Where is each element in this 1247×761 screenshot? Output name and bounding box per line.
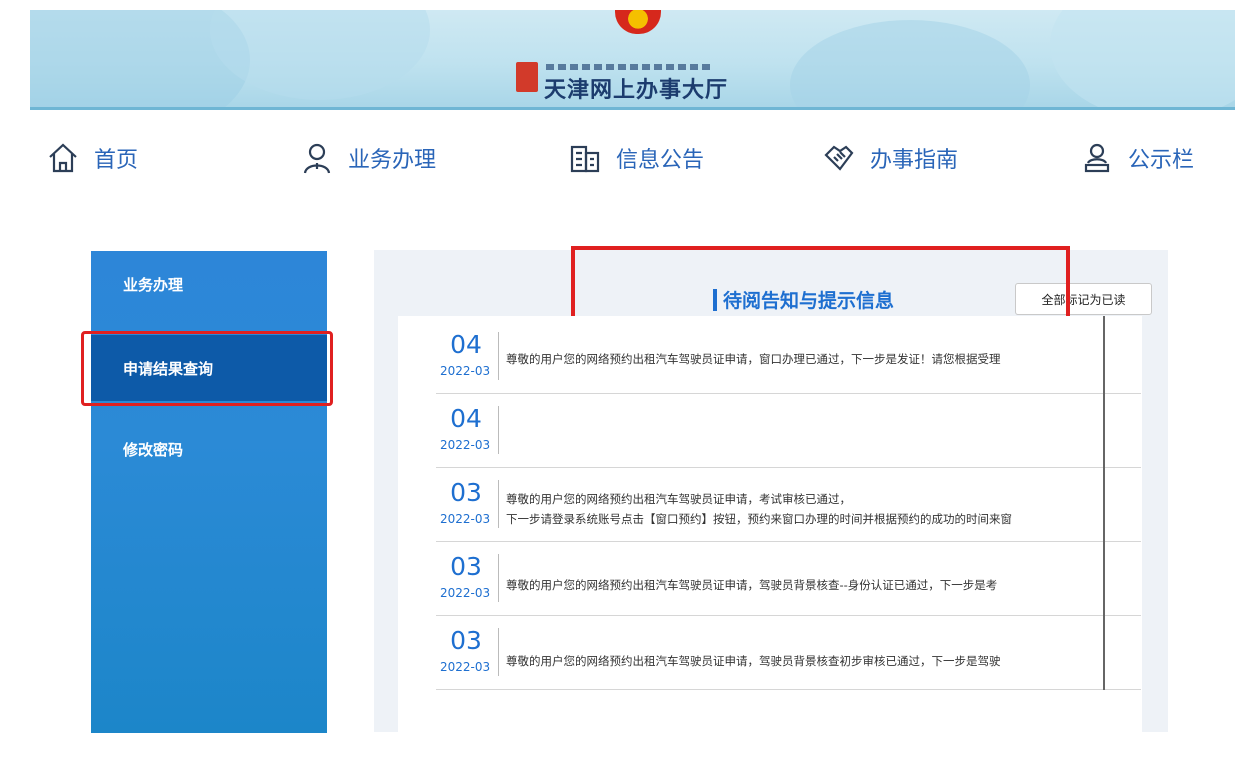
- divider: [498, 554, 499, 602]
- message-day: 03: [450, 552, 482, 581]
- message-day: 03: [450, 478, 482, 507]
- handshake-icon: [824, 145, 854, 171]
- banner-decoration: [210, 10, 430, 100]
- building-icon: [570, 145, 600, 173]
- message-month: 2022-03: [440, 660, 491, 674]
- sidebar-item-change-password[interactable]: 修改密码: [91, 416, 327, 482]
- scrollbar-track[interactable]: [1103, 316, 1105, 690]
- message-month: 2022-03: [440, 438, 491, 452]
- main-nav: 首页 业务办理 信息公告 办事指南 公示栏: [0, 130, 1247, 190]
- nav-item-guide[interactable]: 办事指南: [822, 130, 958, 186]
- nav-item-home[interactable]: 首页: [46, 130, 138, 186]
- banner-decoration: [790, 20, 1030, 107]
- highlight-box-sidebar: [81, 331, 333, 406]
- sidebar: 业务办理 申请结果查询 修改密码: [91, 251, 327, 733]
- sidebar-item-label: 修改密码: [123, 440, 184, 459]
- list-item[interactable]: 04 2022-03: [436, 394, 1141, 468]
- message-month: 2022-03: [440, 364, 491, 378]
- divider: [498, 480, 499, 528]
- nav-item-bulletin[interactable]: 公示栏: [1080, 130, 1194, 186]
- list-item[interactable]: 03 2022-03 尊敬的用户您的网络预约出租汽车驾驶员证申请，考试审核已通过…: [436, 468, 1141, 542]
- nav-item-announcements[interactable]: 信息公告: [568, 130, 704, 186]
- banner-subline: [546, 64, 712, 70]
- banner-decoration: [1050, 10, 1235, 107]
- message-month: 2022-03: [440, 586, 491, 600]
- user-icon: [303, 143, 331, 174]
- list-item[interactable]: 03 2022-03 尊敬的用户您的网络预约出租汽车驾驶员证申请，驾驶员背景核查…: [436, 616, 1141, 690]
- header-banner: 天津网上办事大厅: [30, 10, 1235, 110]
- sidebar-item-business[interactable]: 业务办理: [91, 251, 327, 317]
- message-day: 03: [450, 626, 482, 655]
- nav-item-label: 业务办理: [348, 148, 437, 173]
- divider: [498, 628, 499, 676]
- message-text: 尊敬的用户您的网络预约出租汽车驾驶员证申请，驾驶员背景核查初步审核已通过，下一步…: [506, 654, 1001, 668]
- list-item[interactable]: 03 2022-03 尊敬的用户您的网络预约出租汽车驾驶员证申请，驾驶员背景核查…: [436, 542, 1141, 616]
- nav-item-label: 首页: [94, 148, 139, 173]
- message-text: 尊敬的用户您的网络预约出租汽车驾驶员证申请，驾驶员背景核查--身份认证已通过，下…: [506, 578, 998, 592]
- person-stamp-icon: [1084, 143, 1110, 173]
- home-icon: [49, 143, 77, 173]
- nav-item-label: 公示栏: [1128, 148, 1195, 173]
- message-text: 尊敬的用户您的网络预约出租汽车驾驶员证申请，考试审核已通过，: [506, 492, 851, 506]
- message-text: 下一步请登录系统账号点击【窗口预约】按钮，预约来窗口办理的时间并根据预约的成功的…: [506, 512, 1012, 526]
- divider: [498, 406, 499, 454]
- national-emblem-icon: [615, 10, 661, 34]
- message-day: 04: [450, 330, 482, 359]
- logo-badge-icon: [516, 62, 538, 92]
- message-day: 04: [450, 404, 482, 433]
- list-item[interactable]: 04 2022-03 尊敬的用户您的网络预约出租汽车驾驶员证申请，窗口办理已通过…: [436, 320, 1141, 394]
- site-title: 天津网上办事大厅: [544, 78, 729, 103]
- message-month: 2022-03: [440, 512, 491, 526]
- nav-item-label: 信息公告: [616, 148, 705, 173]
- sidebar-item-label: 业务办理: [123, 275, 184, 294]
- nav-item-label: 办事指南: [870, 148, 959, 173]
- nav-item-business[interactable]: 业务办理: [300, 130, 436, 186]
- divider: [498, 332, 499, 380]
- message-text: 尊敬的用户您的网络预约出租汽车驾驶员证申请，窗口办理已通过，下一步是发证！请您根…: [506, 352, 1001, 366]
